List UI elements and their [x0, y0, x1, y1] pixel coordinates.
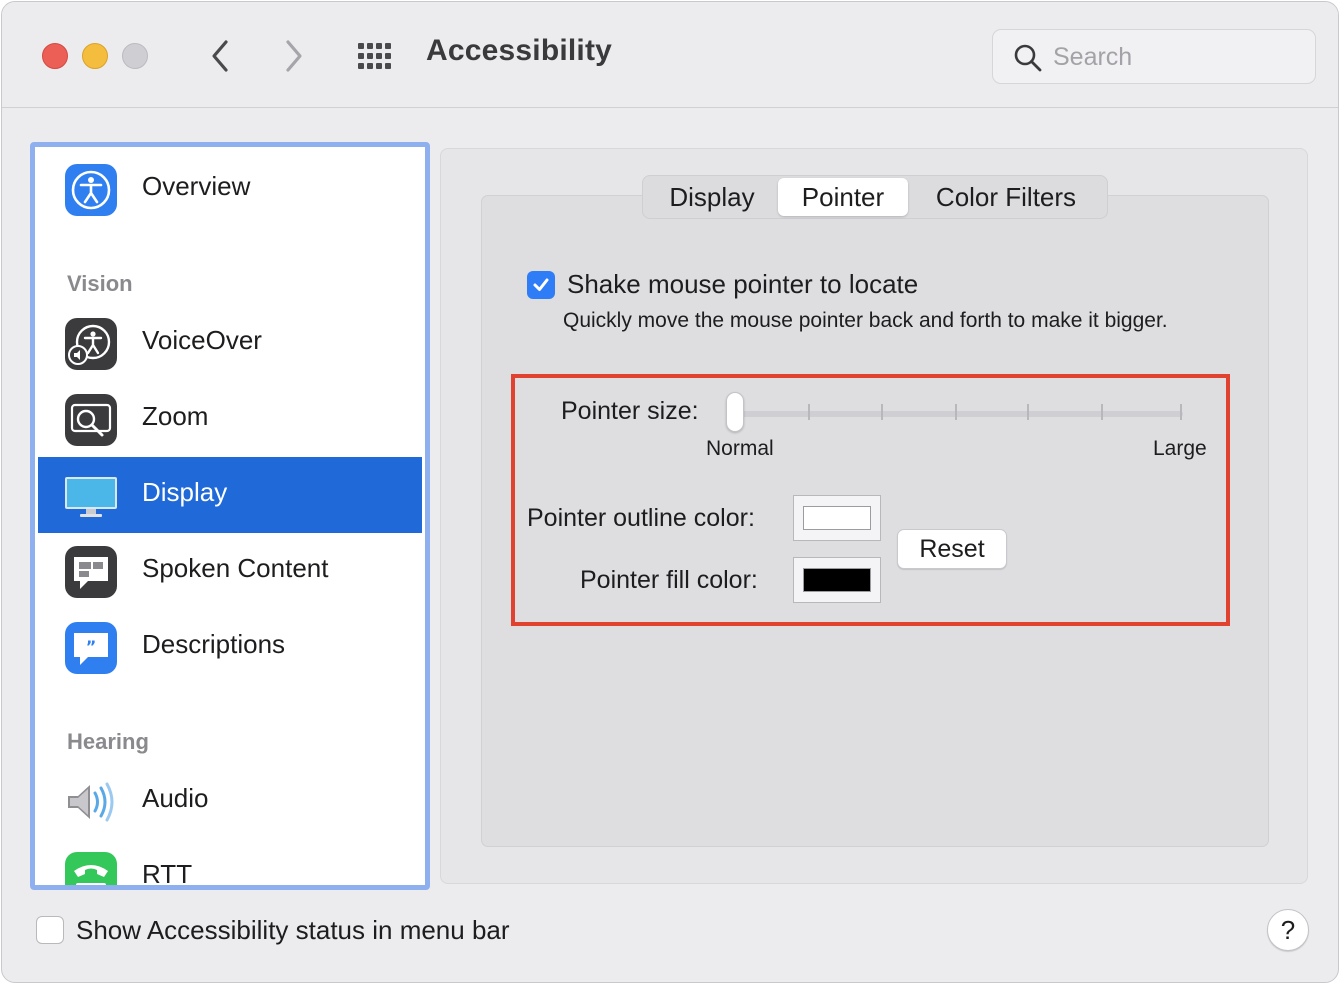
- grid-icon: [358, 43, 364, 49]
- forward-button[interactable]: [274, 36, 314, 76]
- slider-tick: [1027, 404, 1029, 420]
- sidebar-item-label: Display: [142, 477, 228, 507]
- section-header-hearing: Hearing: [67, 729, 149, 754]
- grid-icon: [367, 63, 373, 69]
- slider-tick: [808, 404, 810, 420]
- pointer-fill-color-well[interactable]: [793, 557, 881, 603]
- reset-colors-button[interactable]: Reset: [897, 529, 1007, 569]
- search-icon: [1014, 44, 1042, 72]
- sidebar-item-audio[interactable]: Audio: [38, 763, 422, 839]
- sidebar-item-display[interactable]: Display: [38, 457, 422, 533]
- chevron-right-icon: [286, 40, 302, 72]
- show-status-label: Show Accessibility status in menu bar: [76, 915, 510, 945]
- slider-min-label: Normal: [706, 437, 774, 460]
- pointer-size-label: Pointer size:: [561, 397, 699, 425]
- grid-icon: [367, 53, 373, 59]
- svg-text:”: ”: [86, 637, 97, 656]
- sidebar-item-descriptions[interactable]: ” Descriptions: [38, 609, 422, 685]
- tab-pointer[interactable]: Pointer: [778, 178, 908, 216]
- show-status-checkbox[interactable]: [36, 916, 64, 944]
- sidebar-item-overview[interactable]: Overview: [38, 151, 422, 227]
- shake-pointer-description: Quickly move the mouse pointer back and …: [563, 309, 1168, 332]
- sidebar-item-zoom[interactable]: Zoom: [38, 381, 422, 457]
- pointer-size-slider[interactable]: [735, 411, 1183, 417]
- sidebar-item-rtt[interactable]: RTT: [38, 839, 422, 889]
- sidebar-item-label: Spoken Content: [142, 553, 329, 583]
- search-input[interactable]: [1053, 40, 1303, 74]
- slider-tick: [881, 404, 883, 420]
- grid-icon: [367, 43, 373, 49]
- sidebar-item-voiceover[interactable]: VoiceOver: [38, 305, 422, 381]
- grid-icon: [376, 43, 382, 49]
- sidebar-item-label: Descriptions: [142, 629, 286, 659]
- slider-max-label: Large: [1153, 437, 1207, 460]
- slider-tick: [1180, 404, 1182, 420]
- chevron-left-icon: [212, 40, 228, 72]
- display-icon: [65, 477, 117, 517]
- spoken-content-icon: [65, 546, 117, 598]
- tab-bar: Display Pointer Color Filters: [642, 175, 1108, 219]
- search-box[interactable]: [992, 29, 1316, 84]
- minimize-window-button[interactable]: [82, 43, 108, 69]
- grid-icon: [376, 63, 382, 69]
- grid-icon: [358, 63, 364, 69]
- checkmark-icon: [533, 278, 549, 291]
- preferences-window: Accessibility Overview Vision: [1, 1, 1339, 983]
- grid-icon: [385, 53, 391, 59]
- grid-icon: [385, 63, 391, 69]
- sidebar-item-label: VoiceOver: [142, 325, 262, 355]
- sidebar-item-spoken-content[interactable]: Spoken Content: [38, 533, 422, 609]
- accessibility-icon: [65, 164, 117, 216]
- help-button[interactable]: ?: [1267, 909, 1309, 951]
- descriptions-icon: ”: [65, 622, 117, 674]
- grid-icon: [385, 43, 391, 49]
- sidebar-item-label: Audio: [142, 783, 209, 813]
- content-pane: Display Pointer Color Filters Shake mous…: [440, 148, 1308, 884]
- title-bar: Accessibility: [2, 2, 1338, 108]
- shake-pointer-checkbox[interactable]: [527, 271, 555, 299]
- sidebar-item-label: Overview: [142, 171, 251, 201]
- voiceover-icon: [65, 318, 117, 370]
- rtt-phone-icon: [65, 852, 117, 885]
- sidebar-item-label: Zoom: [142, 401, 209, 431]
- zoom-window-button[interactable]: [122, 43, 148, 69]
- section-header-vision: Vision: [67, 271, 133, 296]
- pointer-outline-color-well[interactable]: [793, 495, 881, 541]
- sidebar-item-label: RTT: [142, 859, 193, 889]
- grid-icon: [376, 53, 382, 59]
- zoom-icon: [65, 394, 117, 446]
- shake-pointer-label: Shake mouse pointer to locate: [567, 269, 919, 299]
- window-title: Accessibility: [426, 34, 613, 67]
- grid-icon: [358, 53, 364, 59]
- show-all-grid-button[interactable]: [354, 39, 396, 73]
- pointer-size-slider-knob[interactable]: [726, 392, 744, 432]
- fill-color-swatch: [803, 568, 871, 592]
- tab-color-filters[interactable]: Color Filters: [908, 178, 1104, 216]
- slider-tick: [1101, 404, 1103, 420]
- back-button[interactable]: [200, 36, 240, 76]
- slider-tick: [955, 404, 957, 420]
- pointer-outline-color-label: Pointer outline color:: [527, 504, 755, 532]
- tab-display[interactable]: Display: [646, 178, 778, 216]
- close-window-button[interactable]: [42, 43, 68, 69]
- speaker-icon: [68, 782, 114, 822]
- pointer-fill-color-label: Pointer fill color:: [580, 566, 758, 594]
- sidebar[interactable]: Overview Vision VoiceOver Zoom Display S…: [30, 142, 430, 890]
- outline-color-swatch: [803, 506, 871, 530]
